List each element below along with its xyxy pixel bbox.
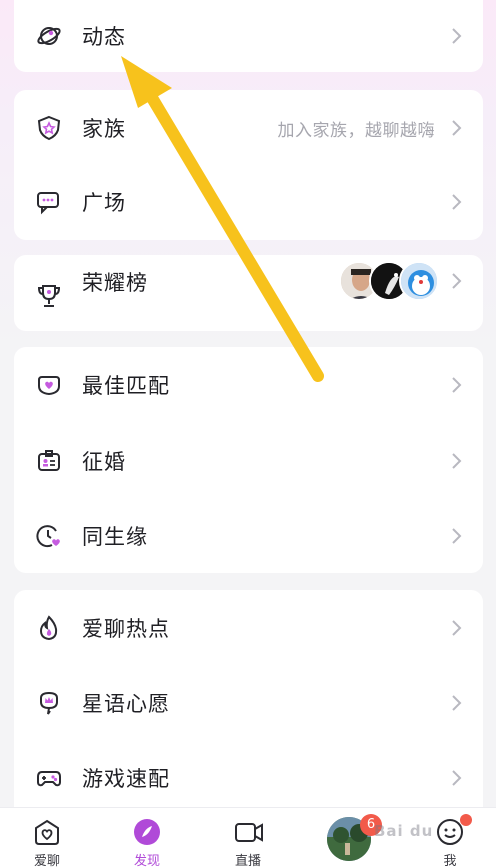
menu-label-family: 家族 bbox=[82, 117, 126, 141]
moments-card: 动态 bbox=[14, 0, 483, 72]
tab-label-chat: 爱聊 bbox=[33, 854, 60, 868]
ranking-avatars bbox=[339, 259, 439, 303]
menu-item-best-match[interactable]: 最佳匹配 bbox=[14, 355, 483, 415]
menu-item-wishes[interactable]: 星语心愿 bbox=[14, 673, 483, 733]
chevron-right-icon bbox=[452, 28, 462, 44]
menu-label-best-match: 最佳匹配 bbox=[82, 374, 170, 398]
chevron-right-icon bbox=[452, 377, 462, 393]
chevron-right-icon bbox=[452, 120, 462, 136]
menu-label-wishes: 星语心愿 bbox=[82, 692, 170, 716]
planet-icon bbox=[36, 23, 62, 49]
gamepad-icon bbox=[36, 765, 62, 791]
matching-card: 最佳匹配 征婚 同生缘 bbox=[14, 347, 483, 573]
unread-dot bbox=[460, 814, 472, 826]
tab-label-discover: 发现 bbox=[133, 854, 160, 868]
tab-discover[interactable]: 发现 bbox=[107, 808, 187, 868]
menu-item-game-match[interactable]: 游戏速配 bbox=[14, 748, 483, 808]
heart-mask-icon bbox=[36, 372, 62, 398]
chevron-right-icon bbox=[452, 695, 462, 711]
menu-label-hot-topics: 爱聊热点 bbox=[82, 617, 170, 641]
menu-item-hot-topics[interactable]: 爱聊热点 bbox=[14, 598, 483, 658]
tab-label-live: 直播 bbox=[234, 854, 261, 868]
flame-icon bbox=[36, 615, 62, 641]
avatar bbox=[399, 261, 439, 301]
chevron-right-icon bbox=[452, 453, 462, 469]
menu-item-square[interactable]: 广场 bbox=[14, 172, 483, 232]
menu-label-moments: 动态 bbox=[82, 25, 126, 49]
menu-label-marriage: 征婚 bbox=[82, 450, 126, 474]
menu-item-family[interactable]: 家族 加入家族，越聊越嗨 bbox=[14, 98, 483, 158]
heart-home-icon bbox=[33, 818, 61, 846]
trophy-icon bbox=[36, 283, 62, 309]
menu-label-game-match: 游戏速配 bbox=[82, 767, 170, 791]
video-camera-icon bbox=[234, 818, 263, 846]
chevron-right-icon bbox=[452, 528, 462, 544]
menu-label-ranking: 荣耀榜 bbox=[82, 271, 148, 295]
menu-item-same-birth[interactable]: 同生缘 bbox=[14, 506, 483, 566]
watermark: Bai du bbox=[374, 822, 434, 840]
discover-card: 爱聊热点 星语心愿 游戏速配 bbox=[14, 590, 483, 820]
chevron-right-icon bbox=[452, 770, 462, 786]
crown-lamp-icon bbox=[36, 690, 62, 716]
tab-chat[interactable]: 爱聊 bbox=[7, 808, 87, 868]
ranking-card: 荣耀榜 bbox=[14, 255, 483, 331]
clock-heart-icon bbox=[36, 523, 62, 549]
chat-bubbles-icon bbox=[36, 189, 62, 215]
chevron-right-icon bbox=[452, 273, 462, 289]
tab-label-me: 我 bbox=[443, 854, 457, 868]
id-badge-icon bbox=[36, 448, 62, 474]
compass-icon bbox=[133, 818, 161, 846]
menu-item-ranking[interactable]: 荣耀榜 bbox=[14, 255, 483, 307]
shield-star-icon bbox=[36, 115, 62, 141]
menu-label-same-birth: 同生缘 bbox=[82, 525, 148, 549]
menu-item-moments[interactable]: 动态 bbox=[14, 6, 483, 66]
menu-item-marriage[interactable]: 征婚 bbox=[14, 431, 483, 491]
community-card: 家族 加入家族，越聊越嗨 广场 bbox=[14, 90, 483, 240]
family-hint: 加入家族，越聊越嗨 bbox=[277, 120, 435, 141]
tab-live[interactable]: 直播 bbox=[208, 808, 288, 868]
chevron-right-icon bbox=[452, 194, 462, 210]
chevron-right-icon bbox=[452, 620, 462, 636]
menu-label-square: 广场 bbox=[82, 191, 126, 215]
